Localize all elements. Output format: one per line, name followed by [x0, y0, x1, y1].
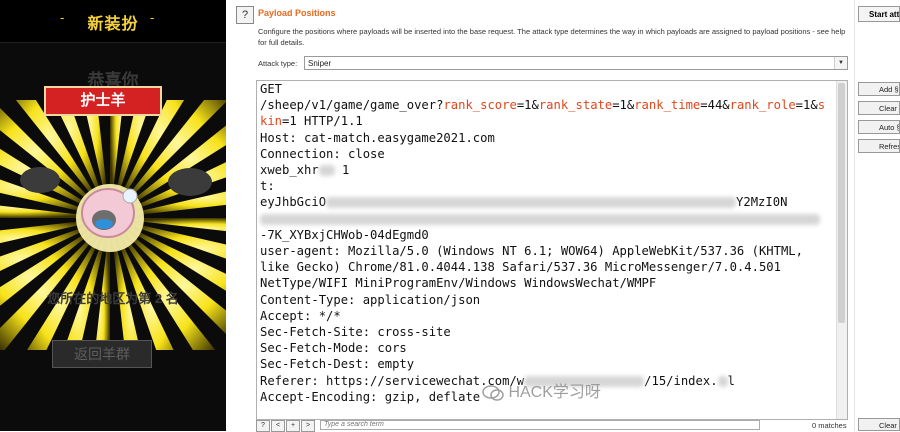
game-header-title: 新装扮: [87, 16, 139, 33]
req-val: =44&: [700, 98, 730, 113]
req-host: Host: cat-match.easygame2021.com: [260, 130, 495, 145]
search-bar: ? < + > 0 matches: [256, 420, 856, 432]
req-connection: Connection: close: [260, 146, 385, 161]
start-attack-button[interactable]: Start attack: [858, 6, 900, 22]
redacted-blur: [717, 375, 728, 387]
redacted-blur: [260, 213, 820, 225]
back-to-flock-button[interactable]: 返回羊群: [52, 340, 152, 368]
add-marker-button[interactable]: Add §: [858, 82, 900, 96]
req-referer-end: l: [727, 373, 735, 388]
attack-type-select[interactable]: Sniper ▼: [304, 56, 848, 70]
req-t: t:: [260, 179, 275, 194]
req-token-start: eyJhbGciO: [260, 195, 327, 210]
wechat-icon: [482, 385, 504, 401]
sheep-mask: [95, 219, 113, 229]
next-match-button[interactable]: >: [301, 420, 315, 432]
costume-ribbon: 护士羊: [44, 86, 162, 116]
payload-marker-rank-role: rank_role: [729, 98, 796, 113]
req-xweb-tail: 1: [334, 163, 350, 178]
req-path: /sheep/v1/game/game_over?: [260, 98, 444, 113]
req-val: =1&: [516, 98, 539, 113]
prev-match-button[interactable]: <: [271, 420, 285, 432]
req-sec-fetch-site: Sec-Fetch-Site: cross-site: [260, 325, 451, 340]
search-options-button[interactable]: +: [286, 420, 300, 432]
search-help-button[interactable]: ?: [256, 420, 270, 432]
req-referer-path: /15/index.: [644, 373, 718, 388]
payload-marker-rank-time: rank_time: [634, 98, 701, 113]
sunburst-graphic: [0, 100, 226, 350]
redacted-blur: [318, 165, 335, 177]
req-accept-encoding: Accept-Encoding: gzip, deflate: [260, 389, 481, 404]
req-sec-fetch-mode: Sec-Fetch-Mode: cors: [260, 341, 407, 356]
payload-marker-rank-state: rank_state: [538, 98, 613, 113]
attack-type-label: Attack type:: [258, 59, 298, 68]
req-token-end: Y2MzI0N: [736, 195, 788, 210]
attack-type-value: Sniper: [308, 59, 332, 68]
header-dash-right: -: [150, 10, 155, 25]
side-sheep-right: [168, 168, 212, 196]
burp-intruder-panel: ? Payload Positions Configure the positi…: [226, 0, 900, 432]
redacted-blur: [326, 197, 737, 209]
panel-description: Configure the positions where payloads w…: [258, 27, 846, 47]
match-count: 0 matches: [812, 421, 847, 430]
req-method: GET: [260, 82, 283, 96]
payload-marker-skin-cont: in: [267, 114, 283, 129]
scrollbar-thumb[interactable]: [838, 83, 845, 323]
req-val: =1&: [612, 98, 635, 113]
chevron-down-icon[interactable]: ▼: [834, 57, 847, 69]
clear-bottom-button[interactable]: Clear: [858, 418, 900, 431]
watermark-text: HACK学习呀: [508, 384, 601, 401]
refresh-button[interactable]: Refresh: [858, 139, 900, 153]
req-xweb: xweb_xhr: [260, 163, 319, 178]
payload-marker-rank-score: rank_score: [443, 98, 517, 113]
game-header: - 新装扮 -: [0, 0, 226, 43]
req-http-version: =1 HTTP/1.1: [282, 114, 363, 129]
search-input[interactable]: [320, 420, 760, 430]
req-user-agent-2: like Gecko) Chrome/81.0.4044.138 Safari/…: [260, 260, 781, 275]
side-sheep-left: [20, 167, 60, 193]
request-editor[interactable]: GET /sheep/v1/game/game_over?rank_score=…: [256, 80, 848, 420]
panel-title: Payload Positions: [258, 8, 336, 18]
req-accept: Accept: */*: [260, 308, 341, 323]
req-user-agent: user-agent: Mozilla/5.0 (Windows NT 6.1;…: [260, 244, 803, 259]
auto-markers-button[interactable]: Auto §: [858, 120, 900, 134]
request-text[interactable]: GET /sheep/v1/game/game_over?rank_score=…: [260, 81, 832, 405]
clear-markers-button[interactable]: Clear §: [858, 101, 900, 115]
game-panel: - 新装扮 - 恭喜你 护士羊 您所在的地区为第 2 名 返回羊群: [0, 0, 226, 431]
req-val: =1&: [795, 98, 818, 113]
help-button[interactable]: ?: [236, 6, 254, 24]
watermark: HACK学习呀: [482, 378, 601, 402]
editor-scrollbar[interactable]: [836, 81, 847, 419]
sheep-hat: [122, 188, 138, 204]
rank-text: 您所在的地区为第 2 名: [47, 291, 179, 306]
panel-divider: [854, 0, 855, 431]
req-token-tail: -7K_XYBxjCHWob-04dEgmd0: [260, 227, 429, 242]
req-content-type: Content-Type: application/json: [260, 292, 481, 307]
req-user-agent-3: NetType/WIFI MiniProgramEnv/Windows Wind…: [260, 276, 657, 291]
req-sec-fetch-dest: Sec-Fetch-Dest: empty: [260, 357, 415, 372]
